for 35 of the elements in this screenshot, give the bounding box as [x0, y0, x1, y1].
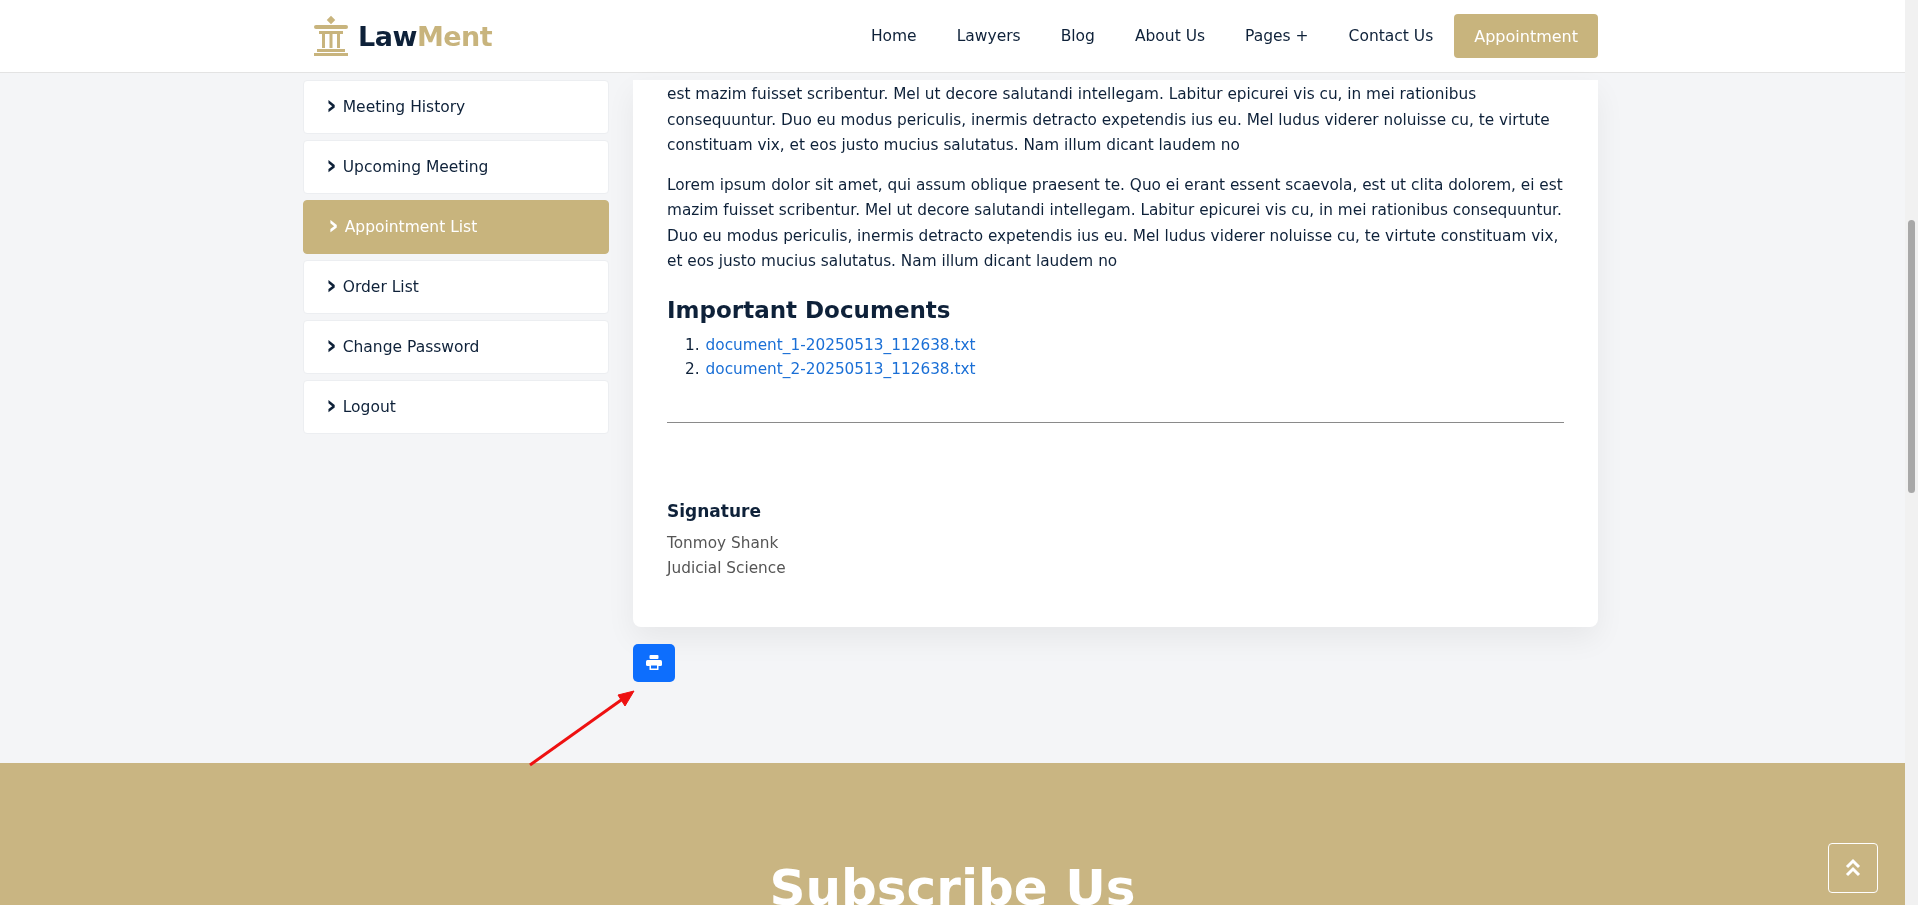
- nav-link[interactable]: Home: [850, 27, 937, 45]
- sidebar-item-label: Appointment List: [344, 218, 478, 236]
- sidebar-item-label: Logout: [342, 398, 396, 416]
- signer-name: Tonmoy Shank: [667, 532, 780, 554]
- document-link[interactable]: document_1-20250513_112638.txt: [705, 332, 976, 357]
- subscribe-heading: Subscribe Us: [769, 863, 1136, 905]
- sidebar-item-label: Upcoming Meeting: [342, 158, 489, 176]
- nav-link[interactable]: Lawyers: [936, 27, 1041, 45]
- body-paragraph: est mazim fuisset scribentur. Mel ut decore salutandi intellegam. Labitur epicurei vis cu, in mei rationibus consequuntur. Duo eu modus periculis, inermis detracto expetendis ius eu. Mel ludus viderer noluisse cu, te virtute constituam vix, et eos justo mucius salutatus. Nam illum dicant laudem no: [667, 84, 1551, 156]
- nav-link[interactable]: Contact Us: [1328, 27, 1454, 45]
- sidebar-item-label: Change Password: [342, 338, 480, 356]
- sidebar-item-label: Order List: [342, 278, 419, 296]
- nav-link[interactable]: About Us: [1114, 27, 1226, 45]
- sidebar-item[interactable]: › Upcoming Meeting: [303, 140, 609, 194]
- list-number: 1.: [685, 334, 700, 356]
- sidebar-item[interactable]: › Order List: [303, 260, 609, 314]
- chevron-icon: ›: [326, 272, 337, 298]
- section-heading: Important Documents: [667, 296, 952, 323]
- signature-heading: Signature: [667, 500, 762, 521]
- document-link[interactable]: document_2-20250513_112638.txt: [705, 356, 976, 381]
- chevron-icon: ›: [326, 392, 337, 418]
- chevron-icon: ›: [326, 152, 337, 178]
- sidebar-item[interactable]: › Logout: [303, 380, 609, 434]
- sidebar-item[interactable]: › Change Password: [303, 320, 609, 374]
- nav-link[interactable]: Pages +: [1225, 27, 1329, 45]
- sidebar-item[interactable]: › Meeting History: [303, 80, 609, 134]
- chevron-icon: ›: [326, 332, 337, 358]
- brand-logo-text: LawMent: [358, 20, 493, 52]
- nav-link[interactable]: Blog: [1040, 27, 1115, 45]
- chevron-icon: ›: [326, 92, 337, 118]
- body-paragraph: Lorem ipsum dolor sit amet, qui assum oblique praesent te. Quo ei erant essent scaevola, est ut clita dolorem, ei est mazim fuisset scribentur. Mel ut decore salutandi intellegam. Labitur epicurei vis cu, in mei rationibus consequuntur. Duo eu modus periculis, inermis detracto expetendis ius eu. Mel ludus viderer noluisse cu, te virtute constituam vix, et eos justo mucius salutatus. Nam illum dicant laudem no: [667, 174, 1564, 272]
- chevron-icon: ›: [328, 212, 339, 238]
- signer-position: Judicial Science: [667, 557, 787, 579]
- list-number: 2.: [685, 358, 700, 380]
- sidebar-item-label: Meeting History: [342, 98, 466, 116]
